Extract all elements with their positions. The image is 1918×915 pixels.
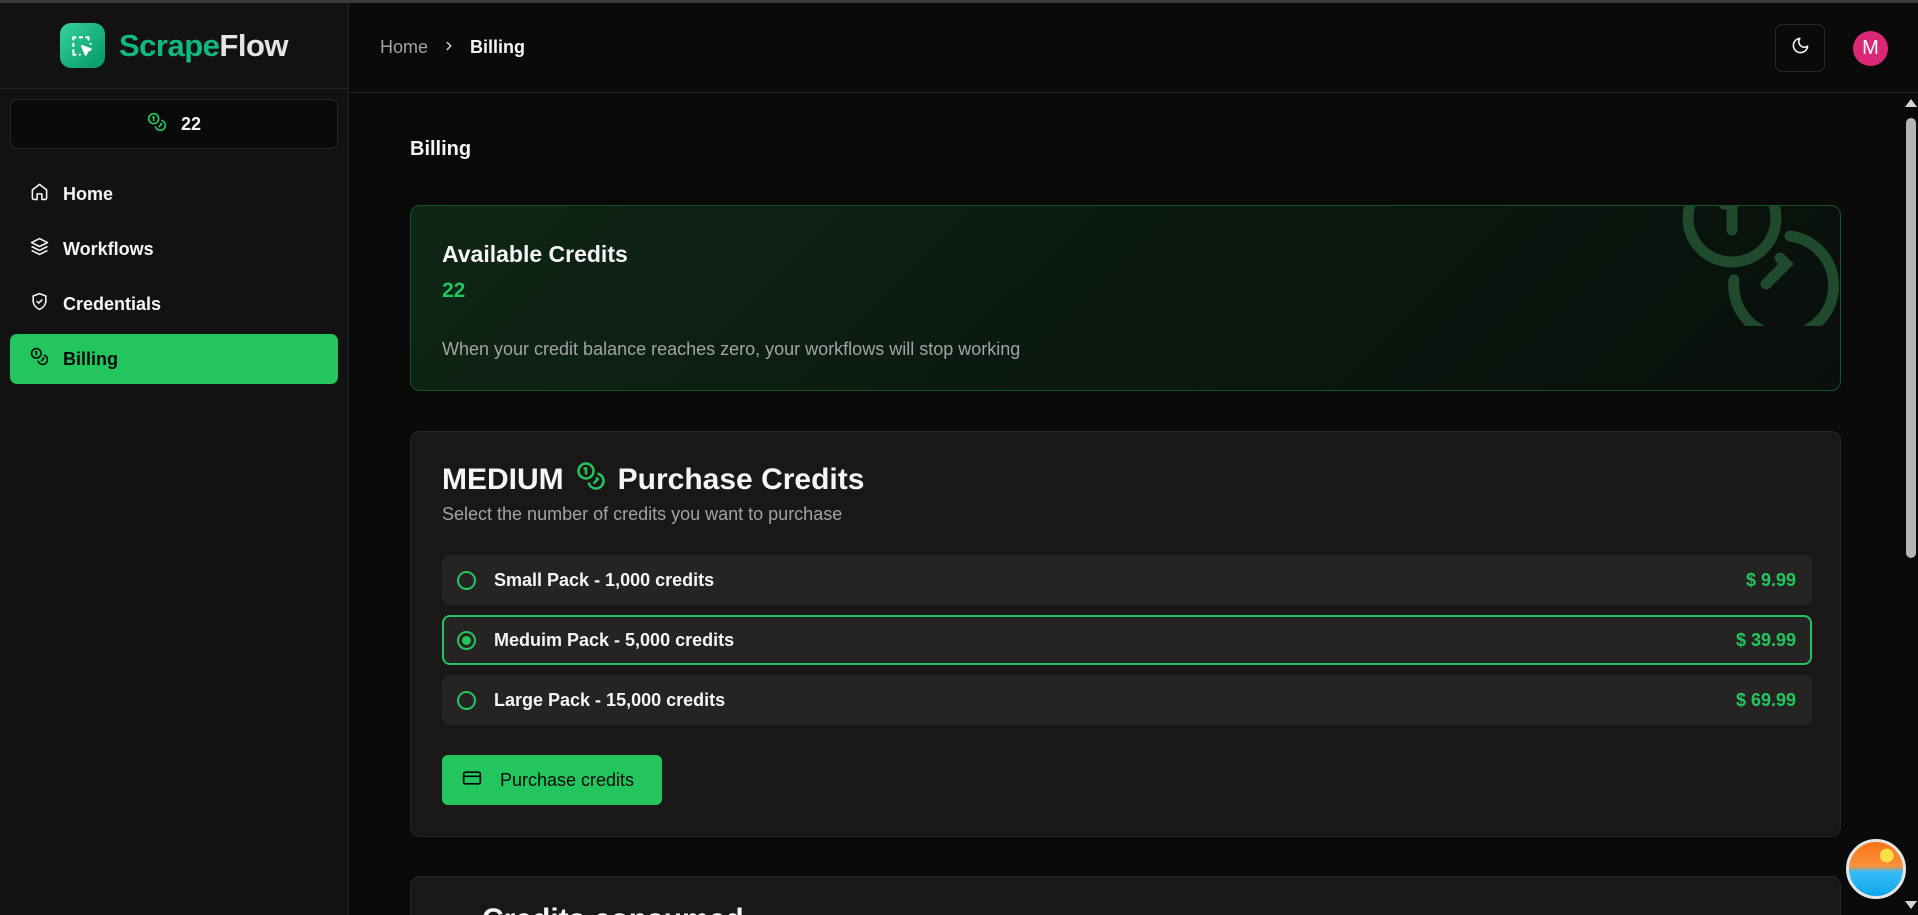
home-icon (30, 182, 49, 206)
sidebar-item-credentials[interactable]: Credentials (10, 279, 338, 329)
scrollbar[interactable] (1903, 93, 1918, 915)
moon-icon (1791, 36, 1810, 60)
pack-option-medium[interactable]: Meduim Pack - 5,000 credits $ 39.99 (442, 615, 1812, 665)
sidebar-item-label: Credentials (63, 293, 162, 314)
theme-toggle-button[interactable] (1775, 24, 1825, 72)
sidebar-nav: Home Workflows Credentials Billing (10, 169, 338, 389)
sidebar-item-home[interactable]: Home (10, 169, 338, 219)
scroll-up-arrow-icon[interactable] (1905, 99, 1917, 107)
chevron-right-icon (442, 37, 456, 58)
scroll-down-arrow-icon[interactable] (1905, 901, 1917, 909)
top-header: Home Billing M (350, 3, 1918, 93)
app-name: ScrapeFlow (118, 27, 289, 63)
logo[interactable]: ScrapeFlow (0, 3, 348, 89)
pack-price: $ 69.99 (1735, 689, 1796, 710)
page-title: Billing (410, 138, 472, 160)
logo-icon (59, 23, 105, 68)
purchase-title-text: Purchase Credits (617, 463, 865, 496)
credits-consumed-card: Credits consumed (410, 876, 1841, 915)
radio-button[interactable] (457, 690, 476, 710)
credit-pack-options: Small Pack - 1,000 credits $ 9.99 Meduim… (442, 555, 1812, 735)
breadcrumb-current: Billing (470, 37, 526, 57)
sidebar-item-workflows[interactable]: Workflows (10, 224, 338, 274)
pack-option-small[interactable]: Small Pack - 1,000 credits $ 9.99 (442, 555, 1812, 605)
pack-price: $ 39.99 (1735, 629, 1796, 650)
pack-label: Small Pack - 1,000 credits (494, 569, 715, 590)
sidebar-item-label: Home (63, 183, 114, 204)
sidebar-item-label: Billing (63, 348, 118, 369)
radio-button[interactable] (457, 630, 476, 650)
available-credits-value: 22 (442, 279, 466, 302)
sidebar-item-billing[interactable]: Billing (10, 334, 338, 384)
purchase-credits-card: MEDIUM Purchase Credits Select the numbe… (410, 431, 1841, 837)
radio-button[interactable] (457, 570, 476, 590)
user-avatar[interactable]: M (1853, 31, 1888, 66)
pack-size-label: MEDIUM (442, 463, 564, 496)
purchase-subtitle: Select the number of credits you want to… (442, 504, 843, 524)
pack-option-large[interactable]: Large Pack - 15,000 credits $ 69.99 (442, 675, 1812, 725)
purchase-credits-button[interactable]: Purchase credits (442, 755, 662, 805)
coins-icon (576, 461, 606, 499)
coins-icon (1670, 206, 1840, 342)
layers-icon (30, 237, 49, 261)
credits-consumed-title: Credits consumed (482, 903, 744, 915)
breadcrumb-home[interactable]: Home (380, 37, 428, 58)
scrollbar-thumb[interactable] (1906, 118, 1916, 558)
sidebar-credits-badge[interactable]: 22 (10, 99, 338, 149)
sidebar-credits-value: 22 (180, 113, 202, 134)
purchase-title: MEDIUM Purchase Credits (442, 461, 864, 499)
sidebar-item-label: Workflows (63, 238, 154, 259)
floating-assistant-button[interactable] (1846, 839, 1906, 899)
sidebar: ScrapeFlow 22 Home Workflows Credentials (0, 3, 349, 915)
credit-card-icon (462, 768, 482, 793)
purchase-button-label: Purchase credits (500, 769, 635, 790)
available-credits-card: Available Credits 22 When your credit ba… (410, 205, 1841, 391)
pack-label: Large Pack - 15,000 credits (494, 689, 726, 710)
coins-icon (30, 347, 49, 371)
available-credits-description: When your credit balance reaches zero, y… (442, 339, 1021, 359)
available-credits-title: Available Credits (442, 241, 628, 267)
breadcrumb: Home Billing (380, 37, 525, 58)
pack-label: Meduim Pack - 5,000 credits (494, 629, 735, 650)
coins-icon (147, 112, 167, 137)
pack-price: $ 9.99 (1745, 569, 1796, 590)
shield-check-icon (30, 292, 49, 316)
